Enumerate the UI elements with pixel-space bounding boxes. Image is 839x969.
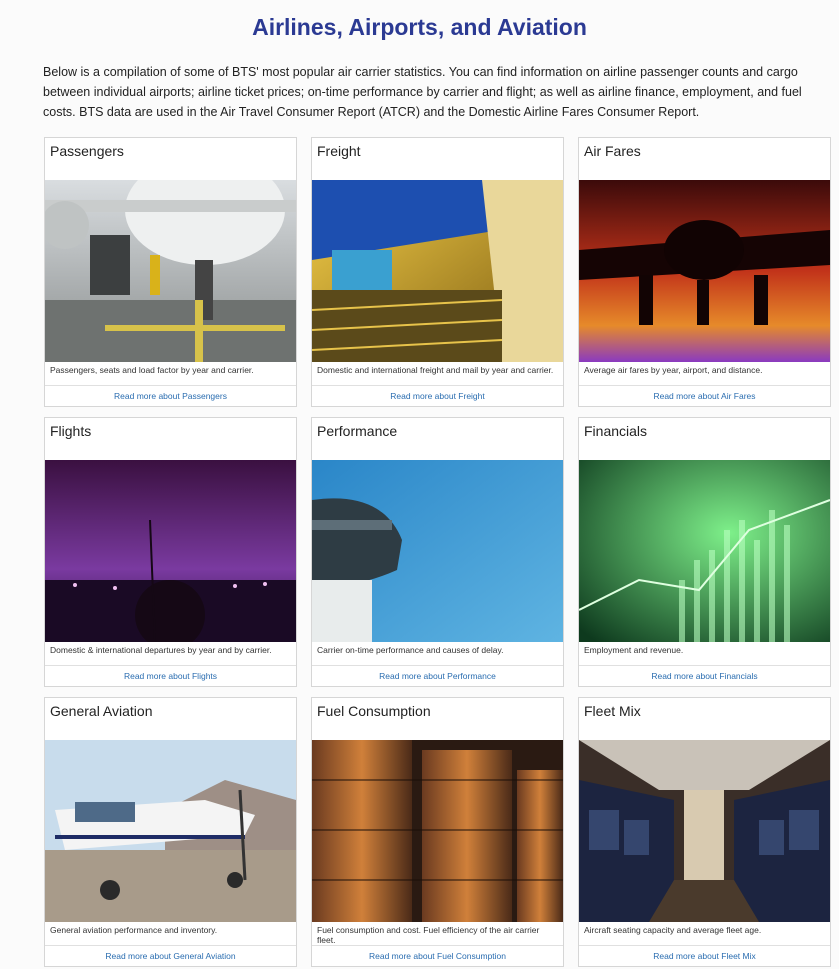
divider [579, 665, 830, 666]
card-description: Aircraft seating capacity and average fl… [584, 925, 762, 935]
card-description: Passengers, seats and load factor by yea… [50, 365, 254, 375]
card-title: Fuel Consumption [317, 703, 431, 719]
card-general-aviation: General Aviation General aviation perfor… [44, 697, 297, 967]
page-title: Airlines, Airports, and Aviation [252, 14, 587, 40]
divider [312, 385, 563, 386]
read-more-link[interactable]: Read more about General Aviation [45, 951, 296, 961]
card-performance: Performance Carrier on-time performance … [311, 417, 564, 687]
card-description: Carrier on-time performance and causes o… [317, 645, 504, 655]
card-description: Average air fares by year, airport, and … [584, 365, 763, 375]
control-tower-photo [312, 460, 563, 642]
card-description: General aviation performance and invento… [50, 925, 218, 935]
divider [45, 945, 296, 946]
aircraft-cabin-photo [579, 740, 830, 922]
divider [312, 665, 563, 666]
read-more-link[interactable]: Read more about Air Fares [579, 391, 830, 401]
card-title: Performance [317, 423, 398, 439]
financial-graph-photo [579, 460, 830, 642]
card-title: Passengers [50, 143, 124, 159]
fuel-tanks-photo [312, 740, 563, 922]
card-description: Fuel consumption and cost. Fuel efficien… [317, 925, 540, 945]
divider [45, 385, 296, 386]
card-title: Flights [50, 423, 92, 439]
card-air-fares: Air Fares Average air fares by year, air… [578, 137, 831, 407]
card-title: Air Fares [584, 143, 641, 159]
card-title: Freight [317, 143, 361, 159]
card-description: Domestic & international departures by y… [50, 645, 272, 655]
card-flights: Flights Domestic & international departu… [44, 417, 297, 687]
card-freight: Freight Domestic and international freig… [311, 137, 564, 407]
read-more-link[interactable]: Read more about Fleet Mix [579, 951, 830, 961]
read-more-link[interactable]: Read more about Fuel Consumption [312, 951, 563, 961]
card-fleet-mix: Fleet Mix Aircraft seating capacity and … [578, 697, 831, 967]
divider [312, 945, 563, 946]
divider [579, 945, 830, 946]
card-description: Employment and revenue. [584, 645, 684, 655]
page: Airlines, Airports, and Aviation Below i… [0, 0, 839, 969]
divider [579, 385, 830, 386]
read-more-link[interactable]: Read more about Flights [45, 671, 296, 681]
divider [45, 665, 296, 666]
read-more-link[interactable]: Read more about Passengers [45, 391, 296, 401]
airplane-sunset-photo [579, 180, 830, 362]
card-title: Fleet Mix [584, 703, 641, 719]
card-title: Financials [584, 423, 648, 439]
read-more-link[interactable]: Read more about Performance [312, 671, 563, 681]
card-financials: Financials Employment and revenue. Read … [578, 417, 831, 687]
intro-paragraph: Below is a compilation of some of BTS' m… [43, 65, 802, 119]
read-more-link[interactable]: Read more about Financials [579, 671, 830, 681]
card-fuel-consumption: Fuel Consumption Fuel consumption and co… [311, 697, 564, 967]
night-airport-photo [45, 460, 296, 642]
airplane-on-tarmac-photo [45, 180, 296, 362]
cargo-hold-photo [312, 180, 563, 362]
small-plane-photo [45, 740, 296, 922]
read-more-link[interactable]: Read more about Freight [312, 391, 563, 401]
card-description: Domestic and international freight and m… [317, 365, 554, 375]
card-title: General Aviation [50, 703, 153, 719]
card-passengers: Passengers Passengers, seats and load fa… [44, 137, 297, 407]
